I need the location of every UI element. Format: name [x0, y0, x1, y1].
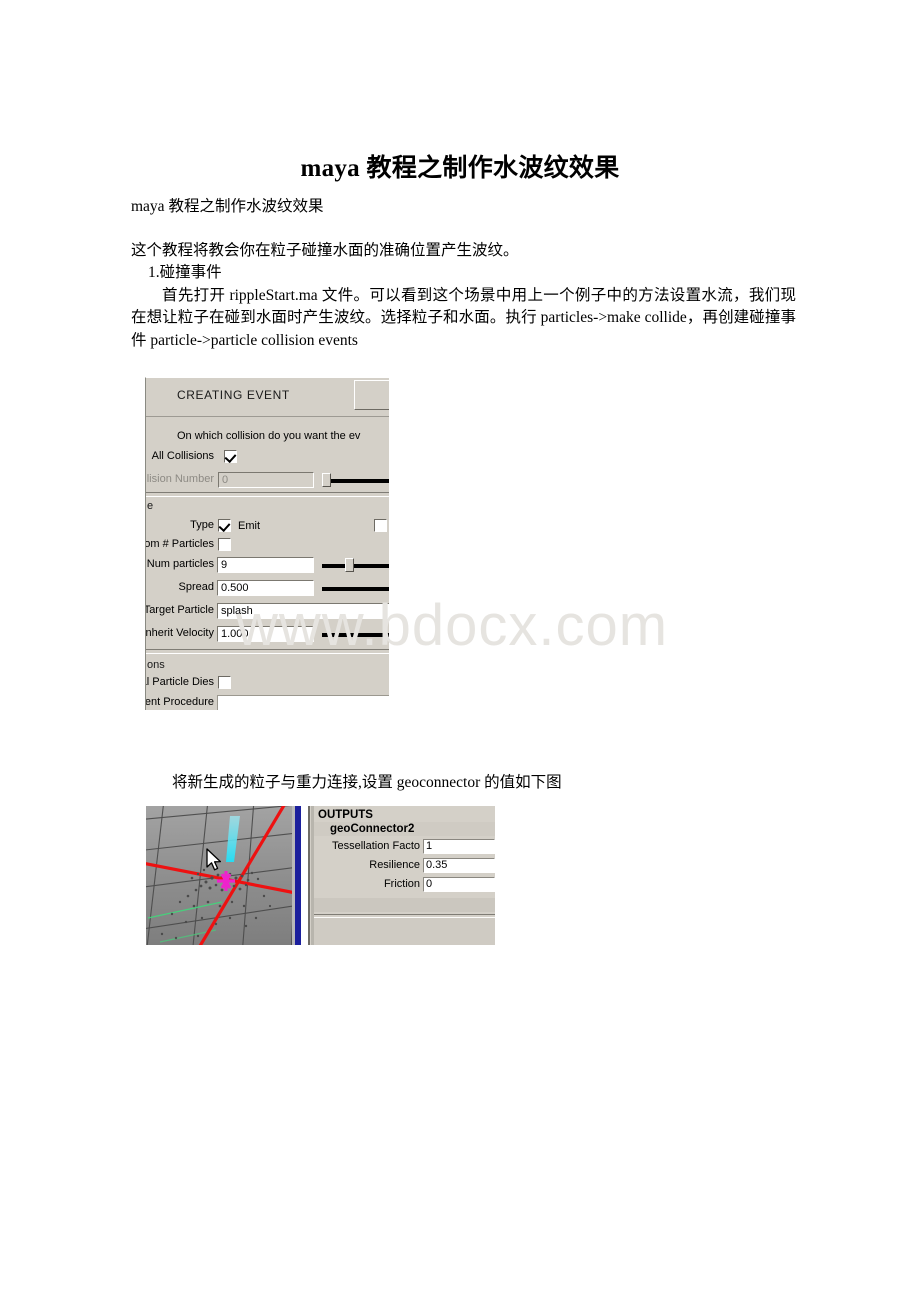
collision-number-slider[interactable] — [322, 472, 389, 488]
event-procedure-label: Event Procedure — [145, 696, 214, 708]
tessellation-factor-label: Tessellation Facto — [331, 840, 420, 852]
row-event-procedure: Event Procedure — [146, 695, 389, 710]
row-num-particles: Num particles 9 — [146, 557, 389, 574]
row-type: Type Emit — [146, 518, 389, 535]
panel-section-header: CREATING EVENT — [146, 378, 389, 417]
tessellation-factor-input[interactable]: 1 — [423, 839, 495, 854]
row-original-particle-dies: inal Particle Dies — [146, 675, 389, 692]
attribute-editor-geoconnector: OUTPUTS geoConnector2 Tessellation Facto… — [308, 806, 495, 945]
document-page: maya 教程之制作水波纹效果 maya 教程之制作水波纹效果 这个教程将教会你… — [0, 0, 920, 1302]
viewport-scene — [146, 806, 301, 945]
options-group-label: ons — [147, 659, 165, 671]
viewport-border-blue — [295, 806, 301, 945]
resilience-input[interactable]: 0.35 — [423, 858, 495, 873]
intro-paragraph: 这个教程将教会你在粒子碰撞水面的准确位置产生波纹。 — [131, 241, 519, 259]
friction-input[interactable]: 0 — [423, 877, 495, 892]
original-particle-dies-checkbox[interactable] — [218, 676, 231, 689]
row-target-particle: Target Particle splash — [146, 603, 389, 620]
subtitle-line: maya 教程之制作水波纹效果 — [131, 198, 324, 215]
ae-outputs-label: OUTPUTS — [318, 809, 373, 821]
ae-node-name[interactable]: geoConnector2 — [330, 823, 414, 835]
event-type-group-label: e — [147, 500, 154, 512]
maya-viewport — [146, 806, 301, 945]
collision-question-label: On which collision do you want the ev — [177, 430, 361, 442]
split-checkbox[interactable] — [374, 519, 387, 532]
ae-row-friction: Friction 0 — [308, 877, 495, 893]
event-procedure-input[interactable] — [217, 695, 389, 710]
inherit-velocity-slider[interactable] — [322, 626, 389, 642]
ae-row-tessellation: Tessellation Facto 1 — [308, 839, 495, 855]
main-paragraph: 首先打开 rippleStart.ma 文件。可以看到这个场景中用上一个例子中的… — [131, 286, 796, 349]
ae-row-resilience: Resilience 0.35 — [308, 858, 495, 874]
all-collisions-checkbox[interactable] — [224, 450, 237, 463]
figure-geoconnector: OUTPUTS geoConnector2 Tessellation Facto… — [146, 806, 495, 945]
row-inherit-velocity: Inherit Velocity 1.000 — [146, 626, 389, 643]
emit-checkbox[interactable] — [218, 519, 231, 532]
document-body: maya 教程之制作水波纹效果 这个教程将教会你在粒子碰撞水面的准确位置产生波纹… — [131, 196, 796, 352]
page-title: maya 教程之制作水波纹效果 — [300, 155, 620, 182]
row-all-collisions: All Collisions — [146, 449, 389, 466]
ae-bottom-band — [314, 918, 495, 945]
ae-left-bar — [308, 806, 310, 945]
row-collision-number: Collision Number 0 — [146, 472, 389, 489]
inherit-velocity-input[interactable]: 1.000 — [217, 626, 314, 642]
ae-filler-band — [314, 898, 495, 912]
divider-2 — [146, 649, 389, 654]
spread-slider[interactable] — [322, 580, 389, 596]
original-particle-dies-label: inal Particle Dies — [146, 676, 214, 688]
num-particles-label: Num particles — [146, 558, 214, 570]
divider-1 — [146, 492, 389, 497]
row-spread: Spread 0.500 — [146, 580, 389, 597]
collision-number-input[interactable]: 0 — [218, 472, 314, 488]
num-particles-slider[interactable] — [322, 557, 389, 573]
friction-label: Friction — [383, 878, 420, 890]
target-particle-input[interactable]: splash — [217, 603, 389, 619]
inherit-velocity-label: Inherit Velocity — [145, 627, 214, 639]
panel-section-title: CREATING EVENT — [177, 388, 290, 402]
num-particles-input[interactable]: 9 — [217, 557, 314, 573]
random-particles-label: ndom # Particles — [145, 538, 214, 550]
type-label: Type — [190, 519, 214, 531]
figure-creating-event-panel: CREATING EVENT On which collision do you… — [145, 377, 389, 710]
mouse-cursor-icon — [206, 848, 222, 871]
spread-input[interactable]: 0.500 — [217, 580, 314, 596]
all-collisions-label: All Collisions — [151, 450, 214, 462]
random-particles-checkbox[interactable] — [218, 538, 231, 551]
row-random-particles: ndom # Particles — [146, 537, 389, 554]
collision-number-label: Collision Number — [146, 473, 214, 485]
resilience-label: Resilience — [369, 859, 420, 871]
emit-label: Emit — [238, 520, 260, 532]
panel-header-button[interactable] — [354, 380, 389, 410]
figure-caption: 将新生成的粒子与重力连接,设置 geoconnector 的值如下图 — [172, 774, 562, 791]
spread-label: Spread — [178, 581, 214, 593]
section-heading: 1.碰撞事件 — [148, 264, 222, 281]
target-particle-label: Target Particle — [145, 604, 214, 616]
